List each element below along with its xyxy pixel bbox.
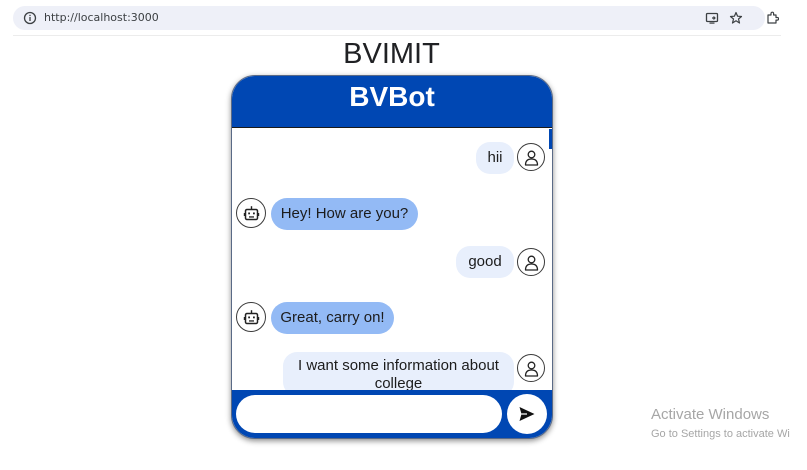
windows-watermark: Activate Windows Go to Settings to activ… [651, 406, 790, 441]
watermark-title: Activate Windows [651, 406, 770, 423]
cast-icon[interactable] [705, 11, 719, 25]
info-icon[interactable] [23, 11, 37, 25]
star-icon[interactable] [729, 11, 743, 25]
user-avatar [517, 354, 545, 382]
scrollbar[interactable] [549, 129, 552, 149]
user-message: I want some information about college [283, 352, 514, 392]
address-bar[interactable]: http://localhost:3000 [13, 6, 765, 30]
send-icon [519, 407, 535, 421]
robot-icon [243, 310, 260, 325]
user-icon [524, 361, 539, 377]
extensions-icon[interactable] [765, 11, 779, 25]
send-button[interactable] [507, 394, 547, 434]
url-text[interactable]: http://localhost:3000 [44, 11, 159, 25]
robot-icon [243, 206, 260, 221]
bot-avatar [236, 302, 266, 332]
chat-window: BVBot hii Hey! How are you? good Great, … [231, 75, 553, 439]
chat-title: BVBot [349, 81, 435, 112]
chat-footer [232, 390, 552, 438]
message-list[interactable]: hii Hey! How are you? good Great, carry … [232, 128, 550, 392]
bot-message: Hey! How are you? [271, 198, 418, 230]
bot-message: Great, carry on! [271, 302, 394, 334]
watermark-subtitle: Go to Settings to activate Wi [651, 428, 790, 440]
message-input[interactable] [236, 395, 502, 433]
user-avatar [517, 143, 545, 171]
user-icon [524, 255, 539, 271]
user-message: good [456, 246, 514, 278]
chat-header: BVBot [232, 76, 552, 128]
bot-avatar [236, 198, 266, 228]
user-message: hii [476, 142, 514, 174]
user-avatar [517, 248, 545, 276]
user-icon [524, 150, 539, 166]
page-title: BVIMIT [343, 38, 440, 70]
